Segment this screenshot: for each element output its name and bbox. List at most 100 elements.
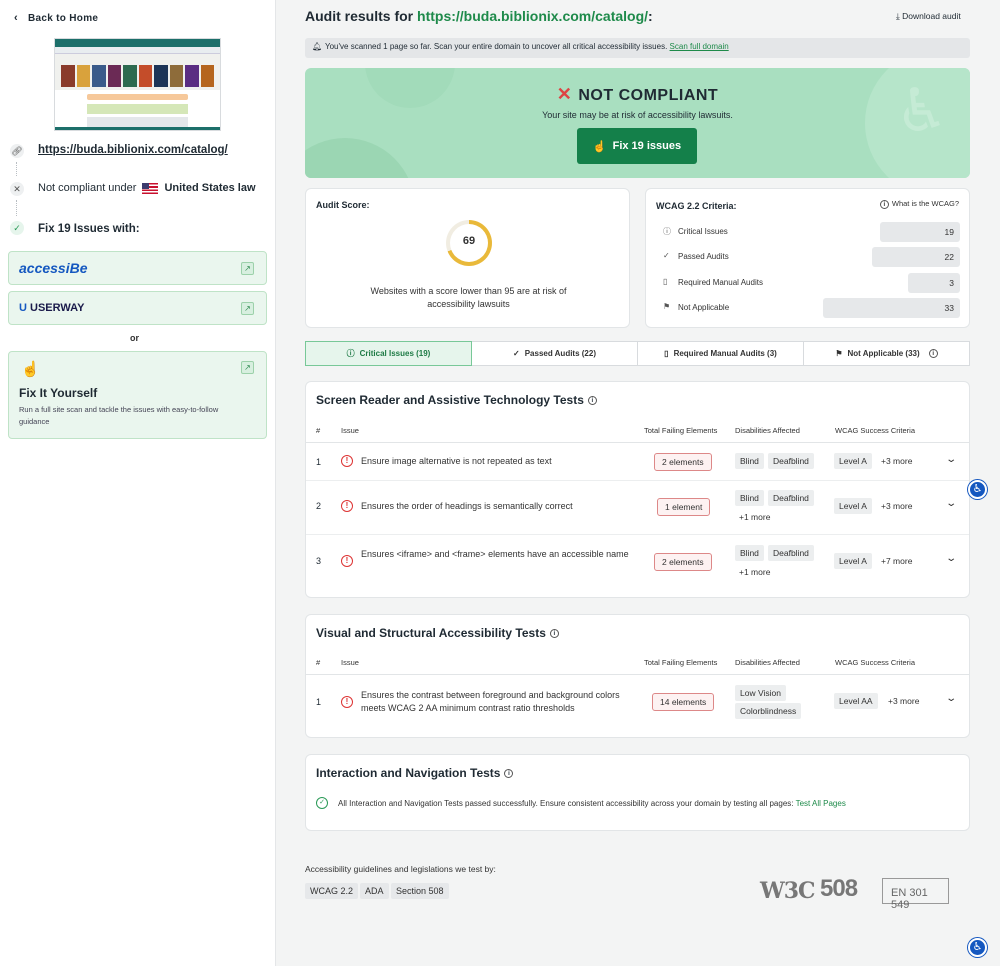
law-label: United States law — [164, 182, 256, 194]
main-content: Audit results for https://buda.biblionix… — [276, 0, 1000, 966]
check-icon: ✓ — [663, 251, 670, 260]
what-is-wcag-link[interactable]: i What is the WCAG? — [879, 199, 959, 209]
table-header: # Issue Total Failing Elements Disabilitie… — [306, 426, 969, 443]
accessibility-widget-button[interactable]: ♿︎ — [968, 938, 987, 957]
site-thumbnail — [54, 38, 221, 131]
hand-pointer-icon: ☝ — [21, 361, 40, 378]
back-label: Back to Home — [27, 12, 99, 24]
userway-logo: U USERWAY — [19, 302, 85, 314]
check-circle-icon: ✓ — [316, 797, 328, 809]
bell-icon: 🔔︎ — [312, 42, 323, 51]
criteria-row-passed: ✓ Passed Audits 22 — [656, 247, 960, 267]
w3c-logo: W3C — [760, 878, 816, 904]
criteria-row-not-applicable: ⚑ Not Applicable 33 — [656, 298, 960, 318]
scan-full-domain-link[interactable]: Scan full domain — [670, 42, 729, 51]
compliance-banner: ♿︎ ✕ NOT COMPLIANT Your site may be at ri… — [305, 68, 970, 178]
accessibe-option[interactable]: accessiBe ↗ — [8, 251, 267, 285]
audit-tabs: ⓘ Critical Issues (19) ✓ Passed Audits (22… — [305, 341, 970, 366]
table-header: # Issue Total Failing Elements Disabilitie… — [306, 658, 969, 675]
fix-issues-button[interactable]: ☝ Fix 19 issues — [577, 128, 697, 164]
standard-badge: WCAG 2.2 — [305, 883, 359, 899]
audit-score-card: Audit Score: 69 Websites with a score lo… — [305, 188, 630, 328]
error-icon: ! — [341, 696, 353, 708]
page-title: Audit results for https://buda.biblionix… — [305, 8, 653, 24]
site-url-link[interactable]: https://buda.biblionix.com/catalog/ — [38, 144, 228, 156]
tab-not-applicable[interactable]: ⚑ Not Applicable (33) i — [804, 341, 970, 366]
info-icon: i — [879, 199, 889, 209]
passed-message: ✓ All Interaction and Navigation Tests p… — [316, 797, 846, 809]
check-icon: ✓ — [10, 221, 24, 235]
banner-subtitle: Your site may be at risk of accessibilit… — [542, 110, 733, 120]
accessibility-widget-button[interactable]: ♿︎ — [968, 480, 987, 499]
fix-it-yourself-option[interactable]: ☝ ↗ Fix It Yourself Run a full site scan… — [8, 351, 267, 439]
link-status-icon-wrap: 🔗︎ — [10, 144, 24, 158]
download-audit-button[interactable]: ⤓ Download audit — [896, 11, 961, 22]
chevron-down-icon: ⌄ — [944, 693, 957, 704]
wcag-criteria-card: WCAG 2.2 Criteria: i What is the WCAG? ⓘ C… — [645, 188, 970, 328]
table-row[interactable]: 1 ! Ensure image alternative is not repe… — [306, 443, 969, 481]
table-row[interactable]: 2 ! Ensures the order of headings is sem… — [306, 481, 969, 535]
link-icon: 🔗︎ — [10, 144, 24, 158]
tab-passed-audits[interactable]: ✓ Passed Audits (22) — [472, 341, 638, 366]
userway-option[interactable]: U USERWAY ↗ — [8, 291, 267, 325]
sidebar: ‹ Back to Home 🔗︎ https://buda.biblionix… — [0, 0, 276, 966]
standard-badge: Section 508 — [391, 883, 449, 899]
info-icon: i — [549, 629, 559, 639]
table-row[interactable]: 3 ! Ensures <iframe> and <frame> element… — [306, 535, 969, 591]
score-caption: Websites with a score lower than 95 are … — [370, 286, 567, 309]
or-divider: or — [130, 333, 139, 343]
fix-yourself-title: Fix It Yourself — [19, 386, 98, 400]
tab-critical-issues[interactable]: ⓘ Critical Issues (19) — [305, 341, 472, 366]
document-icon: ▯ — [664, 349, 669, 358]
failing-elements-badge: 1 element — [657, 498, 711, 516]
chevron-down-icon: ⌄ — [944, 553, 957, 564]
info-icon: i — [504, 769, 514, 779]
back-to-home-link[interactable]: ‹ Back to Home — [14, 12, 98, 24]
download-icon: ⤓ — [896, 11, 900, 21]
tab-manual-audits[interactable]: ▯ Required Manual Audits (3) — [638, 341, 804, 366]
fix-issues-title: Fix 19 Issues with: — [38, 223, 140, 235]
visual-structural-section: Visual and Structural Accessibility Test… — [305, 614, 970, 738]
criteria-row-critical: ⓘ Critical Issues 19 — [656, 222, 960, 242]
info-icon: i — [928, 349, 938, 358]
en-301-549-logo: EN 301 549 — [882, 878, 949, 911]
score-value: 69 — [462, 235, 476, 247]
error-icon: ! — [341, 500, 353, 512]
section-title: Screen Reader and Assistive Technology T… — [316, 393, 597, 407]
failing-elements-badge: 14 elements — [652, 693, 715, 711]
scan-notice: 🔔︎ You've scanned 1 page so far. Scan yo… — [305, 38, 970, 58]
chevron-down-icon: ⌄ — [944, 454, 957, 465]
chevron-left-icon: ‹ — [14, 12, 18, 24]
info-icon: i — [587, 396, 597, 406]
test-all-pages-link[interactable]: Test All Pages — [796, 799, 846, 808]
us-flag-icon — [142, 182, 159, 194]
not-compliant-label: Not compliant under — [38, 182, 137, 194]
failing-elements-badge: 2 elements — [654, 553, 712, 571]
accessibe-logo: accessiBe — [19, 260, 88, 276]
section-title: Visual and Structural Accessibility Test… — [316, 626, 559, 640]
document-icon: ▯ — [663, 277, 668, 286]
external-link-icon: ↗ — [241, 262, 254, 275]
audit-score-label: Audit Score: — [316, 200, 370, 210]
wcag-label: WCAG 2.2 Criteria: — [656, 201, 737, 211]
compliance-status: Not compliant under United States law — [38, 182, 256, 194]
close-icon: ✕ — [10, 182, 24, 196]
error-icon: ! — [341, 555, 353, 567]
failing-elements-badge: 2 elements — [654, 453, 712, 471]
audited-url-link[interactable]: https://buda.biblionix.com/catalog/ — [417, 8, 648, 24]
accessibility-icon: ♿︎ — [972, 941, 983, 953]
chevron-down-icon: ⌄ — [944, 498, 957, 509]
check-icon: ✓ — [513, 349, 520, 358]
info-icon: ⓘ — [663, 227, 671, 236]
table-row[interactable]: 1 ! Ensures the contrast between foregro… — [306, 675, 969, 737]
error-icon: ! — [341, 455, 353, 467]
standard-badge: ADA — [360, 883, 389, 899]
screen-reader-section: Screen Reader and Assistive Technology T… — [305, 381, 970, 598]
criteria-row-manual: ▯ Required Manual Audits 3 — [656, 273, 960, 293]
accessibility-icon: ♿︎ — [972, 483, 983, 495]
tested-by-label: Accessibility guidelines and legislation… — [305, 864, 496, 874]
section-title: Interaction and Navigation Tests i — [316, 766, 514, 780]
score-gauge: 69 — [446, 220, 492, 266]
info-icon: ⓘ — [346, 349, 355, 358]
flag-icon: ⚑ — [835, 349, 843, 358]
